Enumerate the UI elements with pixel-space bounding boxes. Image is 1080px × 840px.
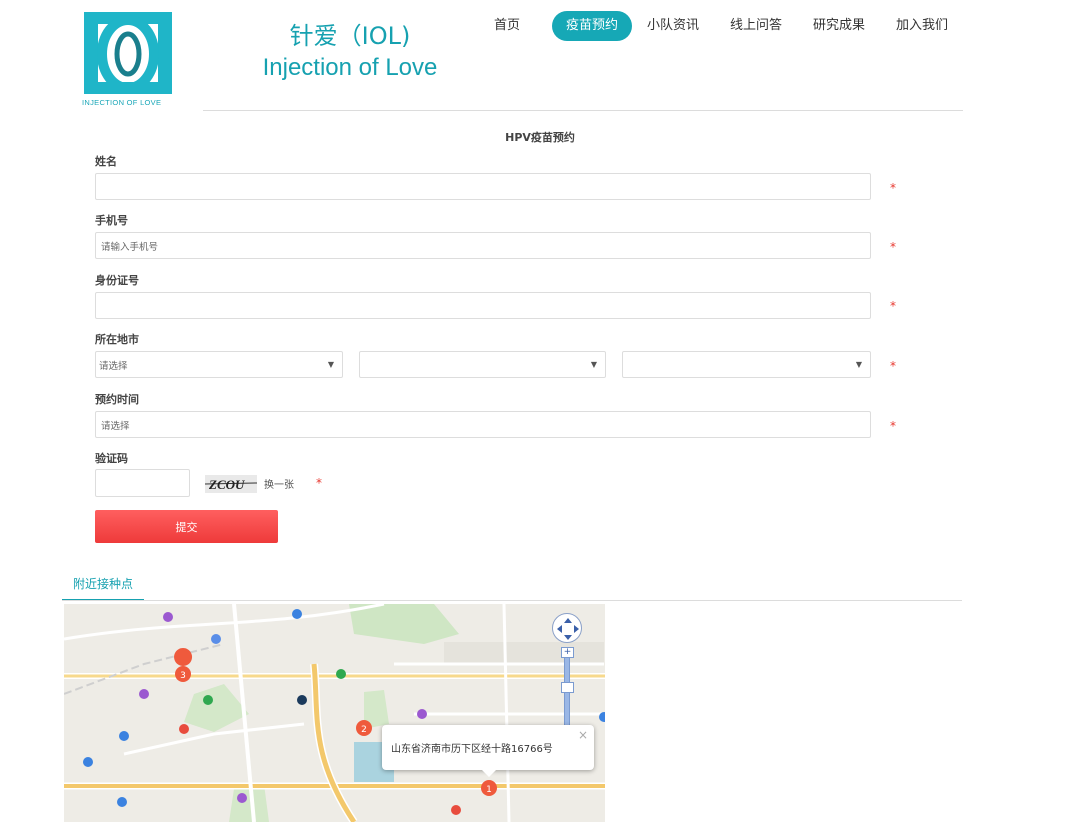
form-title: HPV疫苗预约: [505, 131, 575, 144]
dropdown-arrow-icon: ▼: [327, 360, 334, 369]
map-zoom-in-button[interactable]: +: [561, 647, 574, 658]
city-select[interactable]: ▼: [359, 351, 606, 378]
id-number-label: 身份证号: [95, 274, 139, 287]
site-logo[interactable]: [80, 10, 176, 110]
header-divider: [203, 110, 963, 111]
logo-caption: INJECTION OF LOVE: [82, 98, 162, 107]
map-marker-3[interactable]: 3: [174, 648, 193, 686]
region-required-mark: *: [890, 359, 896, 373]
nav-research[interactable]: 研究成果: [813, 11, 865, 41]
map-marker-2[interactable]: 2: [356, 720, 372, 736]
appointment-time-label: 预约时间: [95, 393, 139, 406]
province-select-value: 请选择: [99, 360, 128, 372]
svg-text:ZCOU: ZCOU: [208, 477, 245, 492]
tab-divider: [62, 600, 962, 601]
region-label: 所在地市: [95, 333, 139, 346]
nav-home[interactable]: 首页: [494, 11, 520, 41]
nav-join-us[interactable]: 加入我们: [896, 11, 948, 41]
map-pan-control[interactable]: [552, 613, 582, 643]
brand-title-cn: 针爱（IOL): [289, 22, 411, 50]
tab-nearby-sites[interactable]: 附近接种点: [62, 575, 144, 601]
map-zoom-handle[interactable]: [561, 682, 574, 693]
time-required-mark: *: [890, 419, 896, 433]
map-info-popup: 山东省济南市历下区经十路16766号 ×: [382, 725, 594, 777]
district-select[interactable]: ▼: [622, 351, 871, 378]
captcha-required-mark: *: [316, 476, 322, 490]
close-icon[interactable]: ×: [578, 728, 588, 742]
popup-tail: [482, 770, 496, 777]
svg-text:1: 1: [486, 785, 492, 795]
nav-online-qa[interactable]: 线上问答: [730, 11, 782, 41]
phone-label: 手机号: [95, 214, 128, 227]
captcha-label: 验证码: [95, 452, 128, 465]
id-required-mark: *: [890, 299, 896, 313]
appointment-time-input[interactable]: 请选择: [95, 411, 871, 438]
province-select[interactable]: 请选择 ▼: [95, 351, 343, 378]
submit-button[interactable]: 提交: [95, 510, 278, 543]
captcha-refresh-link[interactable]: 换一张: [264, 476, 294, 491]
svg-text:3: 3: [180, 671, 186, 681]
dropdown-arrow-icon: ▼: [590, 360, 597, 369]
captcha-input[interactable]: [95, 469, 190, 497]
svg-text:2: 2: [361, 725, 367, 735]
name-required-mark: *: [890, 181, 896, 195]
id-number-input[interactable]: [95, 292, 871, 319]
name-label: 姓名: [95, 155, 117, 168]
brand-title: 针爱（IOL) Injection of Love: [240, 20, 460, 84]
brand-title-en: Injection of Love: [262, 54, 438, 81]
name-input[interactable]: [95, 173, 871, 200]
map-marker-1[interactable]: 1: [481, 780, 497, 796]
captcha-image[interactable]: ZCOU: [205, 475, 257, 493]
popup-address: 山东省济南市历下区经十路16766号: [391, 744, 553, 755]
nav-team-news[interactable]: 小队资讯: [647, 11, 699, 41]
dropdown-arrow-icon: ▼: [855, 360, 862, 369]
nearby-map[interactable]: 3 2 1: [64, 604, 605, 822]
nav-vaccine-booking[interactable]: 疫苗预约: [552, 11, 633, 41]
phone-input[interactable]: 请输入手机号: [95, 232, 871, 259]
phone-required-mark: *: [890, 240, 896, 254]
